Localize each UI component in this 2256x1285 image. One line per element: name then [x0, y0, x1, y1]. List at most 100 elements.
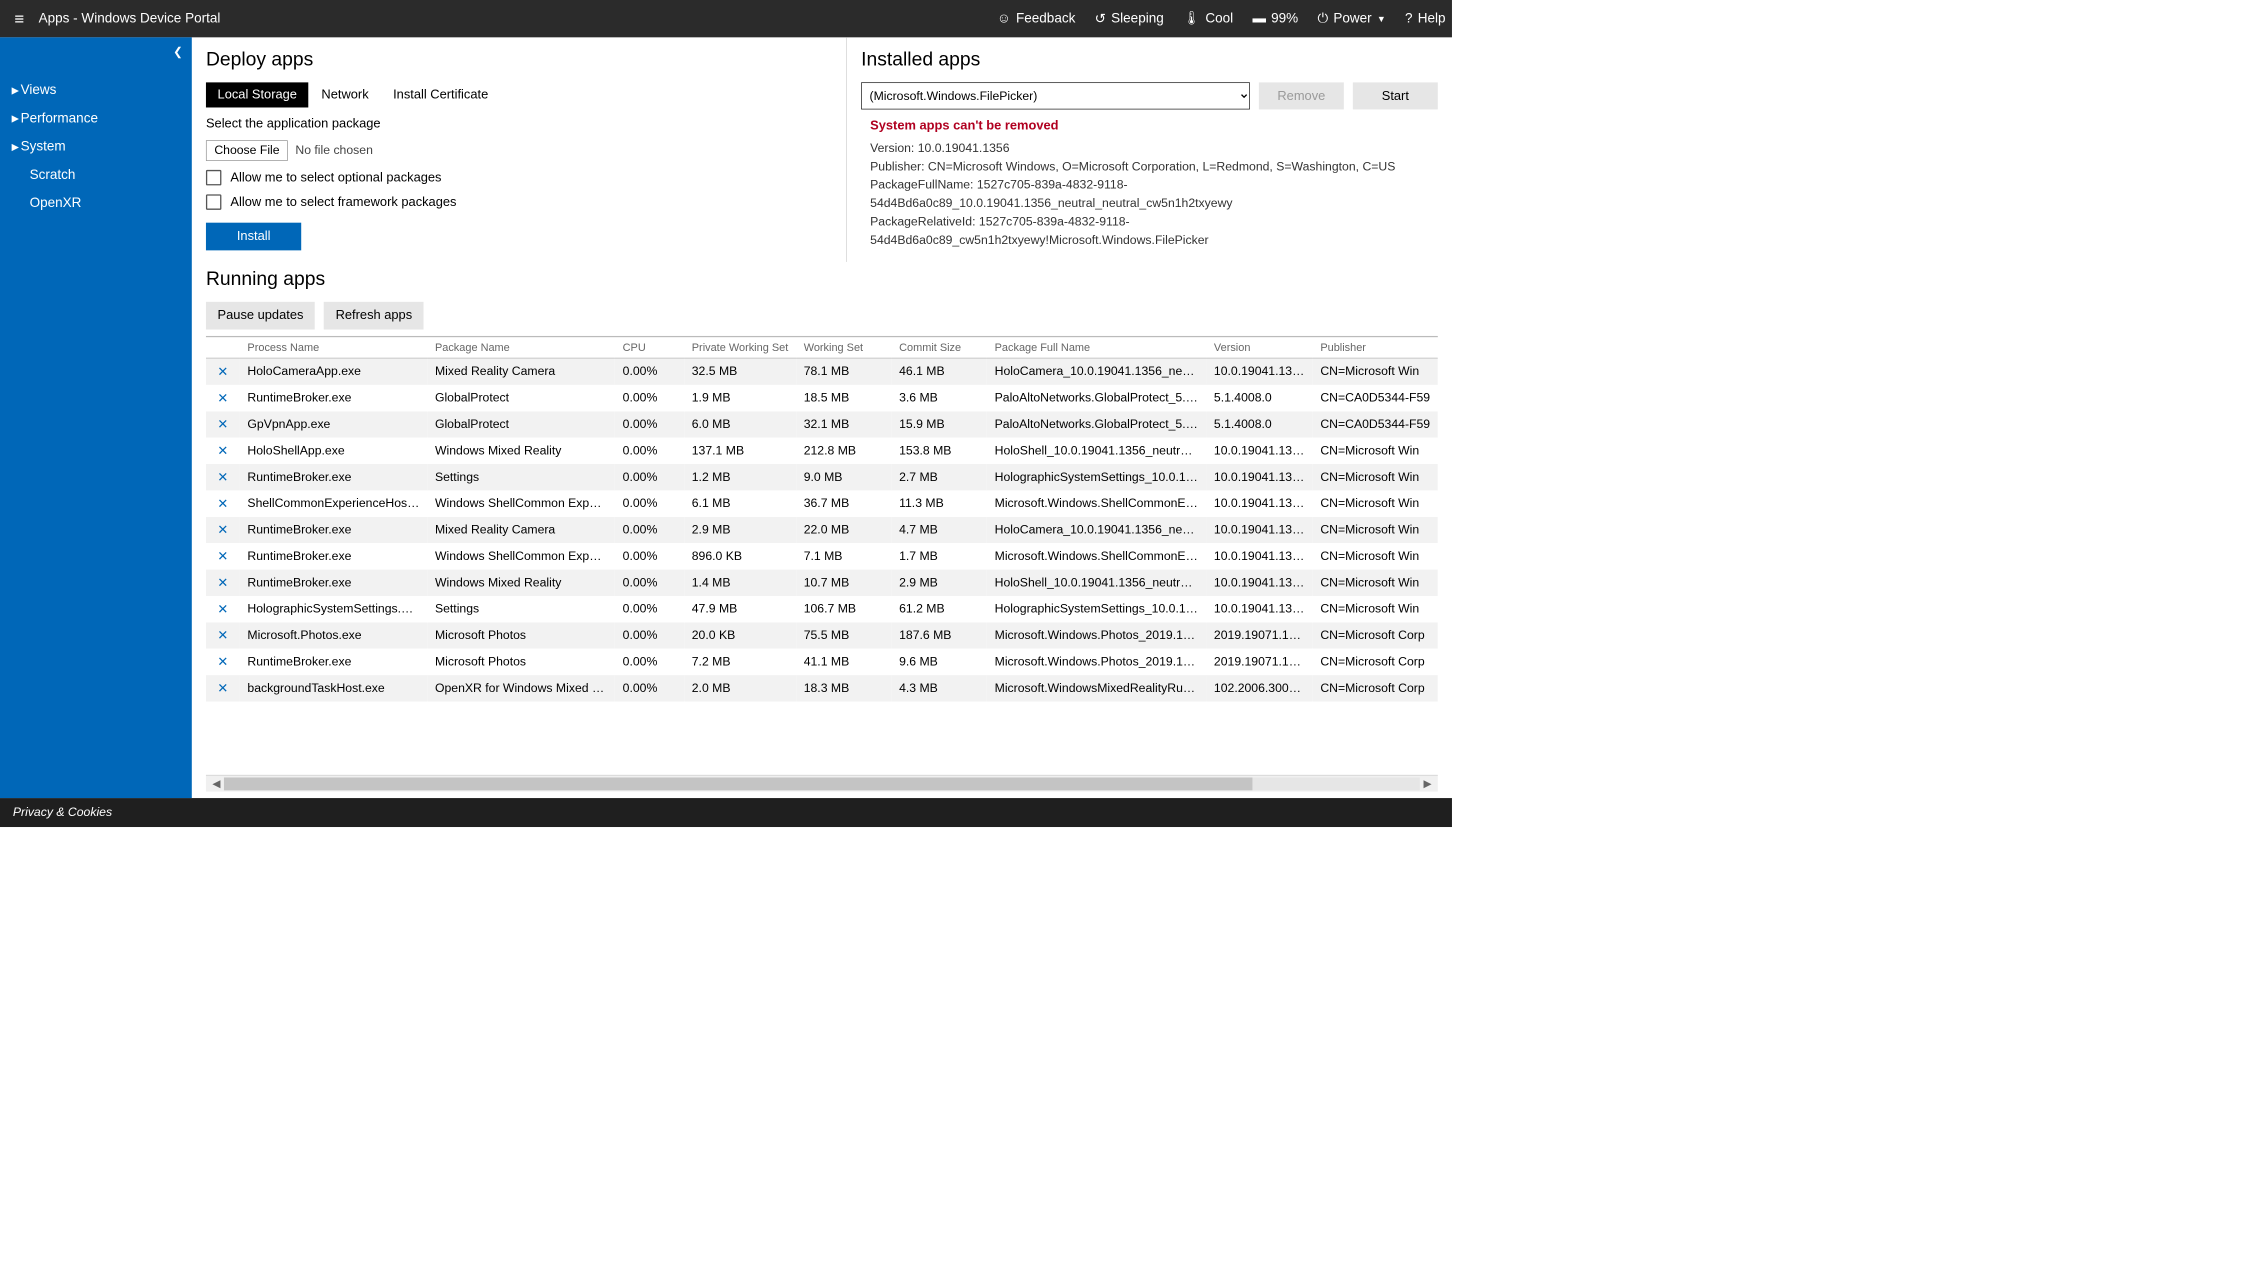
battery-status[interactable]: ▬99%	[1252, 11, 1298, 26]
close-app-icon[interactable]: ✕	[206, 570, 240, 596]
sidebar-item-openxr[interactable]: OpenXR	[0, 189, 192, 217]
deploy-heading: Deploy apps	[206, 49, 832, 71]
table-row[interactable]: ✕HoloShellApp.exeWindows Mixed Reality0.…	[206, 438, 1438, 464]
version-cell: 2019.19071.125...	[1206, 649, 1312, 675]
table-row[interactable]: ✕RuntimeBroker.exeSettings0.00%1.2 MB9.0…	[206, 464, 1438, 490]
close-app-icon[interactable]: ✕	[206, 543, 240, 569]
installed-apps-pane: Installed apps (Microsoft.Windows.FilePi…	[847, 37, 1452, 262]
full-name-cell: Microsoft.WindowsMixedRealityRuntim...	[987, 675, 1206, 701]
sidebar-item-performance[interactable]: ▶Performance	[0, 104, 192, 132]
scroll-right-icon[interactable]: ▶	[1420, 777, 1436, 790]
installed-apps-select[interactable]: (Microsoft.Windows.FilePicker)	[861, 82, 1250, 109]
no-file-label: No file chosen	[295, 144, 372, 158]
sidebar-item-scratch[interactable]: Scratch	[0, 161, 192, 189]
pws-cell: 2.9 MB	[684, 517, 796, 543]
column-header[interactable]: Version	[1206, 337, 1312, 358]
ws-cell: 9.0 MB	[796, 464, 891, 490]
pause-updates-button[interactable]: Pause updates	[206, 302, 315, 330]
table-row[interactable]: ✕RuntimeBroker.exeGlobalProtect0.00%1.9 …	[206, 385, 1438, 411]
publisher-cell: CN=Microsoft Win	[1313, 596, 1438, 622]
ws-cell: 22.0 MB	[796, 517, 891, 543]
cool-status[interactable]: 🌡Cool	[1183, 11, 1233, 26]
deploy-tab-install-certificate[interactable]: Install Certificate	[382, 82, 500, 107]
remove-button[interactable]: Remove	[1259, 82, 1344, 109]
optional-packages-checkbox[interactable]	[206, 170, 221, 185]
package-name-cell: Microsoft Photos	[427, 649, 615, 675]
column-header[interactable]: Package Full Name	[987, 337, 1206, 358]
ws-cell: 36.7 MB	[796, 490, 891, 516]
close-app-icon[interactable]: ✕	[206, 385, 240, 411]
running-apps-table: Process NamePackage NameCPUPrivate Worki…	[206, 337, 1438, 701]
cpu-cell: 0.00%	[615, 570, 684, 596]
collapse-sidebar-icon[interactable]: ❮	[173, 45, 183, 59]
close-app-icon[interactable]: ✕	[206, 622, 240, 648]
sidebar-item-system[interactable]: ▶System	[0, 133, 192, 161]
feedback-button[interactable]: ☺Feedback	[997, 11, 1075, 26]
close-app-icon[interactable]: ✕	[206, 596, 240, 622]
start-button[interactable]: Start	[1353, 82, 1438, 109]
deploy-tab-local-storage[interactable]: Local Storage	[206, 82, 309, 107]
close-app-icon[interactable]: ✕	[206, 411, 240, 437]
package-name-cell: Windows Mixed Reality	[427, 438, 615, 464]
cpu-cell: 0.00%	[615, 490, 684, 516]
installed-heading: Installed apps	[861, 49, 1438, 71]
close-app-icon[interactable]: ✕	[206, 517, 240, 543]
cs-cell: 4.7 MB	[891, 517, 987, 543]
close-app-icon[interactable]: ✕	[206, 675, 240, 701]
cpu-cell: 0.00%	[615, 543, 684, 569]
framework-packages-checkbox[interactable]	[206, 194, 221, 209]
ws-cell: 106.7 MB	[796, 596, 891, 622]
column-header[interactable]	[206, 337, 240, 358]
sidebar-item-views[interactable]: ▶Views	[0, 76, 192, 104]
package-name-cell: Mixed Reality Camera	[427, 517, 615, 543]
full-name-cell: Microsoft.Windows.Photos_2019.19071....	[987, 649, 1206, 675]
install-button[interactable]: Install	[206, 223, 301, 251]
close-app-icon[interactable]: ✕	[206, 649, 240, 675]
pws-cell: 2.0 MB	[684, 675, 796, 701]
sleeping-status[interactable]: ↺Sleeping	[1095, 11, 1164, 27]
scroll-left-icon[interactable]: ◀	[209, 777, 225, 790]
publisher-cell: CN=Microsoft Win	[1313, 543, 1438, 569]
close-app-icon[interactable]: ✕	[206, 490, 240, 516]
horizontal-scrollbar[interactable]: ◀ ▶	[206, 775, 1438, 792]
version-cell: 5.1.4008.0	[1206, 411, 1312, 437]
column-header[interactable]: Publisher	[1313, 337, 1438, 358]
table-row[interactable]: ✕Microsoft.Photos.exeMicrosoft Photos0.0…	[206, 622, 1438, 648]
pws-cell: 20.0 KB	[684, 622, 796, 648]
column-header[interactable]: Private Working Set	[684, 337, 796, 358]
full-name-cell: HoloShell_10.0.19041.1356_neutral__cw...	[987, 438, 1206, 464]
table-row[interactable]: ✕RuntimeBroker.exeWindows ShellCommon Ex…	[206, 543, 1438, 569]
process-name-cell: HolographicSystemSettings.exe	[240, 596, 428, 622]
privacy-link[interactable]: Privacy & Cookies	[13, 805, 112, 819]
power-menu[interactable]: ⏻Power▼	[1318, 11, 1386, 26]
deploy-tab-network[interactable]: Network	[310, 82, 380, 107]
full-name-cell: HolographicSystemSettings_10.0.19041....	[987, 464, 1206, 490]
cs-cell: 2.9 MB	[891, 570, 987, 596]
ws-cell: 78.1 MB	[796, 358, 891, 385]
table-row[interactable]: ✕RuntimeBroker.exeWindows Mixed Reality0…	[206, 570, 1438, 596]
table-row[interactable]: ✕backgroundTaskHost.exeOpenXR for Window…	[206, 675, 1438, 701]
table-row[interactable]: ✕ShellCommonExperienceHost.exeWindows Sh…	[206, 490, 1438, 516]
process-name-cell: HoloShellApp.exe	[240, 438, 428, 464]
column-header[interactable]: Process Name	[240, 337, 428, 358]
table-row[interactable]: ✕HolographicSystemSettings.exeSettings0.…	[206, 596, 1438, 622]
column-header[interactable]: Package Name	[427, 337, 615, 358]
hamburger-icon[interactable]: ≡	[6, 9, 32, 29]
table-row[interactable]: ✕GpVpnApp.exeGlobalProtect0.00%6.0 MB32.…	[206, 411, 1438, 437]
help-button[interactable]: ?Help	[1405, 11, 1445, 26]
choose-file-button[interactable]: Choose File	[206, 140, 288, 161]
table-row[interactable]: ✕RuntimeBroker.exeMixed Reality Camera0.…	[206, 517, 1438, 543]
publisher-cell: CN=Microsoft Corp	[1313, 622, 1438, 648]
close-app-icon[interactable]: ✕	[206, 438, 240, 464]
refresh-apps-button[interactable]: Refresh apps	[324, 302, 424, 330]
table-row[interactable]: ✕HoloCameraApp.exeMixed Reality Camera0.…	[206, 358, 1438, 385]
close-app-icon[interactable]: ✕	[206, 464, 240, 490]
column-header[interactable]: Working Set	[796, 337, 891, 358]
column-header[interactable]: CPU	[615, 337, 684, 358]
table-row[interactable]: ✕RuntimeBroker.exeMicrosoft Photos0.00%7…	[206, 649, 1438, 675]
column-header[interactable]: Commit Size	[891, 337, 987, 358]
footer: Privacy & Cookies	[0, 798, 1452, 827]
scrollbar-thumb[interactable]	[224, 777, 1252, 790]
close-app-icon[interactable]: ✕	[206, 358, 240, 385]
cpu-cell: 0.00%	[615, 622, 684, 648]
